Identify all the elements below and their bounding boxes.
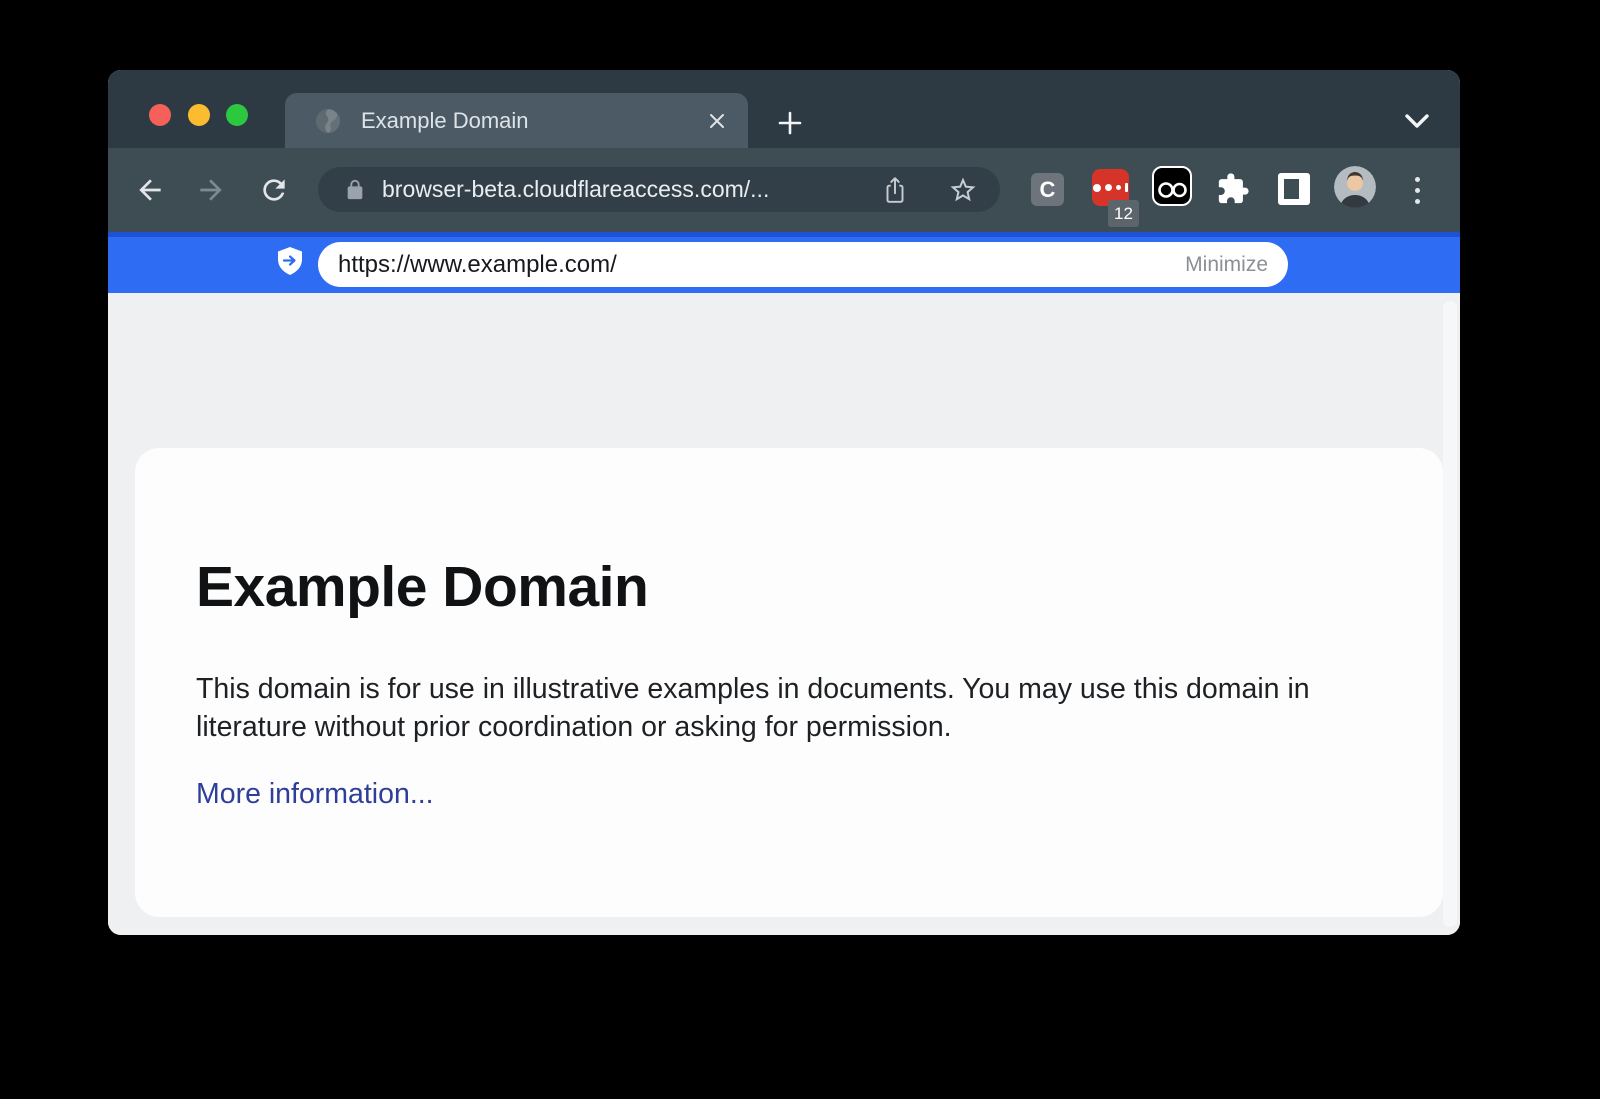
chevron-down-icon bbox=[1402, 112, 1432, 132]
extension-badge-count: 12 bbox=[1108, 200, 1139, 227]
forward-button[interactable] bbox=[191, 170, 231, 210]
back-button[interactable] bbox=[130, 170, 170, 210]
remote-url-text[interactable]: https://www.example.com/ bbox=[338, 251, 1185, 279]
minimize-window-button[interactable] bbox=[188, 104, 210, 126]
page-viewport: Example Domain This domain is for use in… bbox=[108, 293, 1460, 935]
reload-icon bbox=[258, 174, 290, 206]
plus-icon bbox=[776, 109, 804, 137]
window-chevron-button[interactable] bbox=[1398, 106, 1436, 138]
more-information-link[interactable]: More information... bbox=[196, 778, 434, 811]
profile-avatar[interactable] bbox=[1334, 166, 1376, 208]
forward-arrow-icon bbox=[195, 174, 227, 206]
address-bar[interactable]: browser-beta.cloudflareaccess.com/... bbox=[318, 167, 1000, 212]
new-tab-button[interactable] bbox=[772, 105, 808, 141]
chrome-menu-button[interactable] bbox=[1404, 170, 1430, 210]
browser-tab[interactable]: Example Domain bbox=[285, 93, 748, 148]
puzzle-glyph bbox=[1216, 172, 1250, 206]
extensions-puzzle-icon[interactable] bbox=[1216, 172, 1250, 206]
bookmark-star-icon[interactable] bbox=[948, 175, 978, 205]
close-window-button[interactable] bbox=[149, 104, 171, 126]
lock-icon[interactable] bbox=[344, 179, 366, 201]
extension-c-icon[interactable]: C bbox=[1031, 173, 1064, 206]
address-url[interactable]: browser-beta.cloudflareaccess.com/... bbox=[382, 176, 882, 203]
title-bar: Example Domain bbox=[108, 70, 1460, 148]
globe-favicon-icon bbox=[315, 108, 341, 134]
zoom-window-button[interactable] bbox=[226, 104, 248, 126]
tab-title: Example Domain bbox=[361, 108, 704, 134]
shield-icon bbox=[276, 246, 304, 276]
extension-glasses-icon[interactable] bbox=[1152, 166, 1192, 206]
reload-button[interactable] bbox=[254, 170, 294, 210]
back-arrow-icon bbox=[134, 174, 166, 206]
avatar-photo bbox=[1334, 166, 1376, 208]
side-panel-icon[interactable] bbox=[1278, 173, 1310, 205]
isolation-bar: https://www.example.com/ Minimize bbox=[108, 232, 1460, 293]
minimize-bar-button[interactable]: Minimize bbox=[1185, 253, 1268, 277]
browser-window: Example Domain bbox=[108, 70, 1460, 935]
content-card: Example Domain This domain is for use in… bbox=[135, 448, 1443, 917]
tab-close-icon[interactable] bbox=[704, 108, 730, 134]
vertical-scrollbar[interactable] bbox=[1443, 301, 1457, 927]
two-circles-glyph bbox=[1154, 168, 1190, 204]
page-paragraph: This domain is for use in illustrative e… bbox=[196, 670, 1351, 746]
browser-toolbar: browser-beta.cloudflareaccess.com/... C … bbox=[108, 148, 1460, 232]
share-icon[interactable] bbox=[882, 175, 908, 205]
page-title: Example Domain bbox=[196, 558, 1383, 618]
dots-glyph bbox=[1093, 183, 1128, 192]
side-panel-inner bbox=[1284, 179, 1299, 199]
remote-url-input[interactable]: https://www.example.com/ Minimize bbox=[318, 242, 1288, 287]
